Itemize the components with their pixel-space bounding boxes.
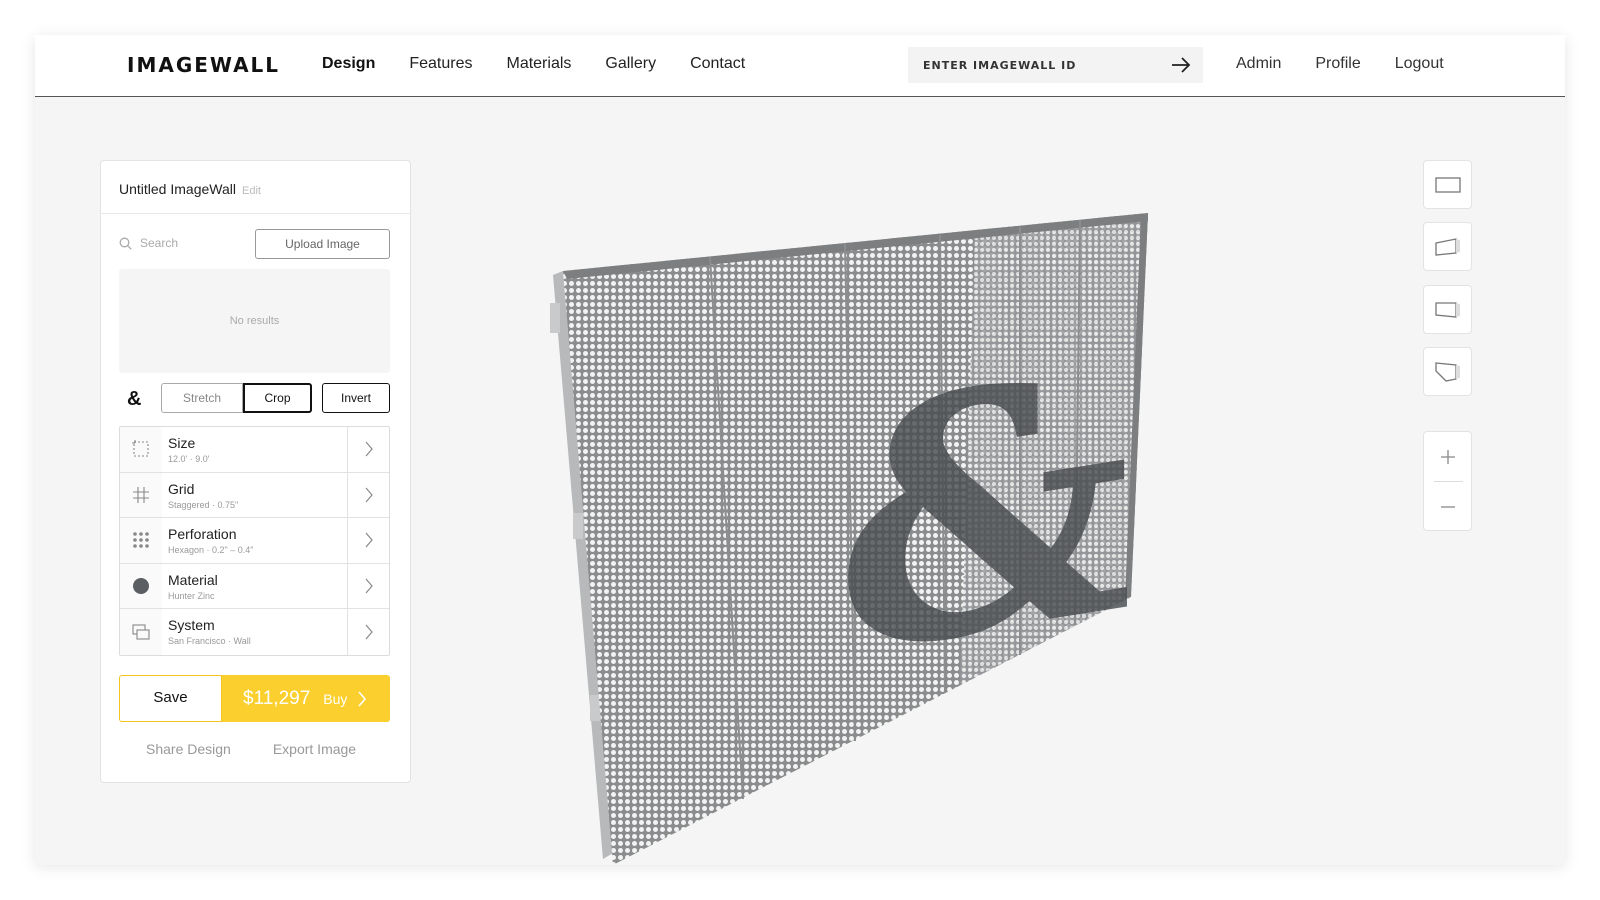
user-nav: Admin Profile Logout xyxy=(1236,55,1478,73)
minus-icon xyxy=(1440,506,1455,508)
mount-bracket xyxy=(573,513,583,539)
chevron-right-icon xyxy=(358,690,367,707)
option-value: 12.0' · 9.0' xyxy=(168,454,210,464)
perforated-wall-render[interactable]: & xyxy=(505,175,1165,865)
option-name: Perforation xyxy=(168,526,237,543)
buy-button[interactable]: $11,297 Buy xyxy=(222,675,390,722)
option-size[interactable]: Size 12.0' · 9.0' xyxy=(120,427,389,473)
chevron-right-icon xyxy=(347,609,389,655)
system-icon xyxy=(120,609,162,655)
app-frame: IMAGEWALL Design Features Materials Gall… xyxy=(35,35,1565,865)
search-icon xyxy=(119,237,132,250)
perforation-icon xyxy=(120,518,162,563)
main-nav: Design Features Materials Gallery Contac… xyxy=(322,55,779,73)
size-icon xyxy=(120,427,162,472)
stretch-button[interactable]: Stretch xyxy=(161,383,243,413)
option-name: Grid xyxy=(168,480,195,497)
divider xyxy=(1434,481,1463,482)
nav-admin[interactable]: Admin xyxy=(1236,55,1281,73)
preview-ampersand: & xyxy=(835,296,1133,731)
right-perspective-button[interactable] xyxy=(1423,285,1472,334)
chevron-right-icon xyxy=(347,518,389,563)
zoom-in-button[interactable] xyxy=(1424,432,1471,482)
nav-design[interactable]: Design xyxy=(322,55,375,73)
nav-profile[interactable]: Profile xyxy=(1315,55,1360,73)
low-perspective-icon xyxy=(1434,361,1460,382)
mount-bracket xyxy=(550,303,560,333)
option-name: Size xyxy=(168,435,196,451)
crop-button[interactable]: Crop xyxy=(243,383,312,413)
option-material[interactable]: Material Hunter Zinc xyxy=(120,563,389,610)
logo[interactable]: IMAGEWALL xyxy=(127,53,280,77)
option-value: Hexagon · 0.2" – 0.4" xyxy=(168,545,254,556)
zoom-out-button[interactable] xyxy=(1424,482,1471,532)
divider xyxy=(101,213,410,214)
arrow-right-icon[interactable] xyxy=(1171,56,1191,74)
plus-icon xyxy=(1440,450,1455,464)
buy-label: Buy xyxy=(323,690,348,707)
zoom-control xyxy=(1423,431,1472,531)
option-value: Hunter Zinc xyxy=(168,590,215,601)
option-value: Staggered · 0.75" xyxy=(168,499,239,510)
option-name: System xyxy=(168,617,215,634)
option-name: Material xyxy=(168,571,218,588)
front-view-button[interactable] xyxy=(1423,160,1472,209)
front-view-icon xyxy=(1434,176,1461,193)
price-label: $11,297 xyxy=(243,687,311,709)
material-swatch-icon xyxy=(120,563,162,609)
chevron-right-icon xyxy=(347,427,389,472)
imagewall-id-input[interactable] xyxy=(923,58,1158,72)
top-navbar: IMAGEWALL Design Features Materials Gall… xyxy=(35,35,1565,97)
nav-gallery[interactable]: Gallery xyxy=(605,55,656,73)
left-perspective-icon xyxy=(1434,237,1460,256)
right-perspective-icon xyxy=(1434,301,1460,318)
option-list: Size 12.0' · 9.0' Grid Staggered · 0.75" xyxy=(119,426,390,656)
chevron-right-icon xyxy=(347,472,389,518)
fit-mode-toggle: Stretch Crop xyxy=(161,383,312,413)
option-system[interactable]: System San Francisco · Wall xyxy=(120,609,389,655)
edit-title-link[interactable]: Edit xyxy=(242,185,261,197)
export-image-link[interactable]: Export Image xyxy=(273,741,356,757)
image-thumbnail[interactable]: & xyxy=(127,388,141,411)
grid-icon xyxy=(120,472,162,518)
search-input[interactable] xyxy=(140,236,240,250)
search-results: No results xyxy=(119,269,390,373)
chevron-right-icon xyxy=(347,563,389,609)
upload-image-button[interactable]: Upload Image xyxy=(255,229,390,259)
nav-features[interactable]: Features xyxy=(409,55,472,73)
image-search xyxy=(119,236,240,250)
option-value: San Francisco · Wall xyxy=(168,636,251,647)
nav-logout[interactable]: Logout xyxy=(1395,55,1444,73)
invert-button[interactable]: Invert xyxy=(322,383,390,413)
option-grid[interactable]: Grid Staggered · 0.75" xyxy=(120,472,389,519)
option-perforation[interactable]: Perforation Hexagon · 0.2" – 0.4" xyxy=(120,518,389,564)
share-design-link[interactable]: Share Design xyxy=(146,741,231,757)
design-title: Untitled ImageWall xyxy=(119,181,236,197)
wall-preview[interactable]: & xyxy=(505,175,1165,865)
design-title-row: Untitled ImageWall Edit xyxy=(119,181,261,197)
panel-links: Share Design Export Image xyxy=(146,741,398,757)
purchase-actions: Save $11,297 Buy xyxy=(119,675,390,722)
imagewall-id-box xyxy=(908,47,1203,83)
save-button[interactable]: Save xyxy=(119,675,222,722)
design-panel: Untitled ImageWall Edit Upload Image No r… xyxy=(100,160,411,783)
left-perspective-button[interactable] xyxy=(1423,222,1472,271)
nav-contact[interactable]: Contact xyxy=(690,55,745,73)
mount-bracket xyxy=(590,695,600,721)
low-perspective-button[interactable] xyxy=(1423,347,1472,396)
nav-materials[interactable]: Materials xyxy=(506,55,571,73)
